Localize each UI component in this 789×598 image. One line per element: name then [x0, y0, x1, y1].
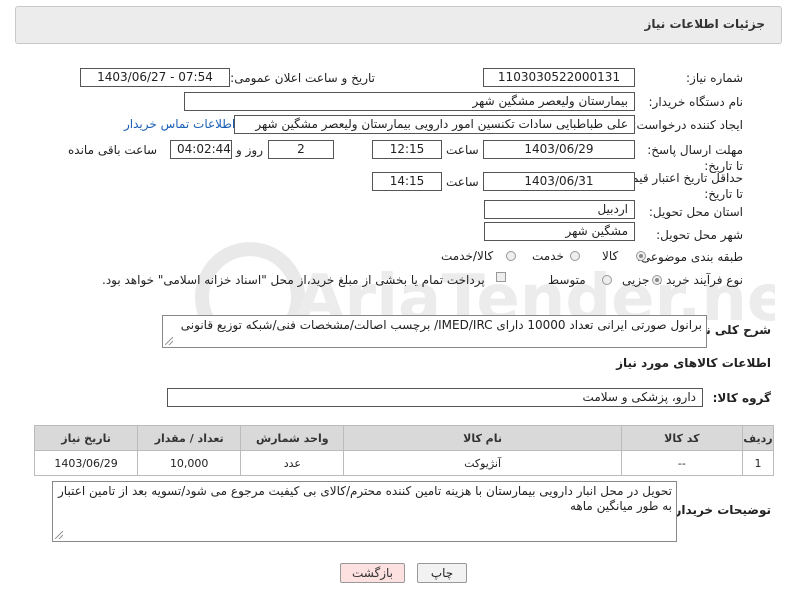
remaining-time-field: 04:02:44	[170, 140, 232, 159]
page-title: جزئیات اطلاعات نیاز	[644, 17, 765, 31]
cell-need-date: 1403/06/29	[33, 450, 139, 476]
treasury-payment-note: پرداخت تمام یا بخشی از مبلغ خرید،از محل …	[102, 273, 485, 287]
cell-unit: عدد	[240, 450, 345, 476]
category-option-service: خدمت	[532, 249, 564, 263]
days-remaining-field: 2	[268, 140, 334, 159]
col-item-name: نام کالا	[343, 425, 622, 451]
description-text: برانول صورتی ایرانی تعداد 10000 دارای IM…	[180, 318, 702, 332]
creator-label: ایجاد کننده درخواست:	[632, 118, 743, 132]
print-button[interactable]: چاپ	[417, 563, 467, 583]
col-row-number: ردیف	[741, 425, 775, 451]
process-option-minor: جزیی	[622, 273, 650, 287]
buyer-notes-label: توضیحات خریدار:	[669, 503, 771, 517]
cell-item-code: --	[620, 450, 743, 476]
buyer-org-label: نام دستگاه خریدار:	[648, 95, 744, 109]
category-radio-service[interactable]	[570, 251, 580, 261]
process-option-medium: متوسط	[548, 273, 586, 287]
goods-table: تاریخ نیاز تعداد / مقدار واحد شمارش نام …	[33, 425, 775, 476]
category-radio-goods[interactable]	[636, 251, 646, 261]
goods-group-label: گروه کالا:	[712, 391, 771, 405]
cell-quantity: 10,000	[137, 450, 242, 476]
process-radio-medium[interactable]	[602, 275, 612, 285]
table-row: 1403/06/29 10,000 عدد آنژیوکت -- 1	[33, 450, 775, 476]
treasury-payment-checkbox[interactable]	[496, 272, 506, 282]
process-radio-minor[interactable]	[652, 275, 662, 285]
city-label: شهر محل تحویل:	[656, 228, 743, 242]
table-header-row: تاریخ نیاز تعداد / مقدار واحد شمارش نام …	[33, 425, 775, 451]
announce-datetime-label: تاریخ و ساعت اعلان عمومی:	[230, 71, 375, 85]
resize-grip-icon[interactable]	[55, 531, 63, 539]
announce-datetime-field: 1403/06/27 - 07:54	[80, 68, 230, 87]
cell-row-number: 1	[741, 450, 775, 476]
creator-field: علی طباطبایی سادات تکنسین امور دارویی بی…	[234, 115, 635, 134]
buyer-notes-text: تحویل در محل انبار دارویی بیمارستان با ه…	[58, 484, 672, 513]
category-option-goods: کالا	[602, 249, 619, 263]
description-textarea[interactable]: برانول صورتی ایرانی تعداد 10000 دارای IM…	[162, 315, 707, 348]
province-field: اردبیل	[484, 200, 635, 219]
goods-group-field: دارو، پزشکی و سلامت	[167, 388, 703, 407]
province-label: استان محل تحویل:	[648, 205, 743, 219]
need-number-label: شماره نیاز:	[686, 71, 743, 85]
remaining-time-label: ساعت باقی مانده	[68, 143, 158, 157]
col-need-date: تاریخ نیاز	[33, 425, 139, 451]
category-radio-goods-service[interactable]	[506, 251, 516, 261]
cell-item-name: آنژیوکت	[343, 450, 622, 476]
col-quantity: تعداد / مقدار	[137, 425, 242, 451]
validity-time-label: ساعت	[446, 175, 479, 189]
col-unit: واحد شمارش	[240, 425, 345, 451]
deadline-date-field: 1403/06/29	[483, 140, 635, 159]
validity-date-field: 1403/06/31	[483, 172, 635, 191]
goods-section-title: اطلاعات کالاهای مورد نیاز	[616, 356, 771, 370]
deadline-time-label: ساعت	[446, 143, 479, 157]
back-button[interactable]: بازگشت	[340, 563, 405, 583]
deadline-time-field: 12:15	[372, 140, 442, 159]
resize-grip-icon[interactable]	[165, 337, 173, 345]
validity-time-field: 14:15	[372, 172, 442, 191]
process-type-label: نوع فرآیند خرید :	[658, 273, 743, 287]
col-item-code: کد کالا	[620, 425, 743, 451]
city-field: مشگین شهر	[484, 222, 635, 241]
category-option-goods-service: کالا/خدمت	[441, 249, 494, 263]
buyer-contact-link[interactable]: اطلاعات تماس خریدار	[124, 117, 235, 131]
buyer-notes-textarea[interactable]: تحویل در محل انبار دارویی بیمارستان با ه…	[52, 481, 677, 542]
category-label: طبقه بندی موضوعی:	[636, 250, 743, 264]
days-label: روز و	[236, 143, 263, 157]
page-header: جزئیات اطلاعات نیاز	[15, 6, 782, 44]
need-number-field: 1103030522000131	[483, 68, 635, 87]
buyer-org-field: بیمارستان ولیعصر مشگین شهر	[184, 92, 635, 111]
